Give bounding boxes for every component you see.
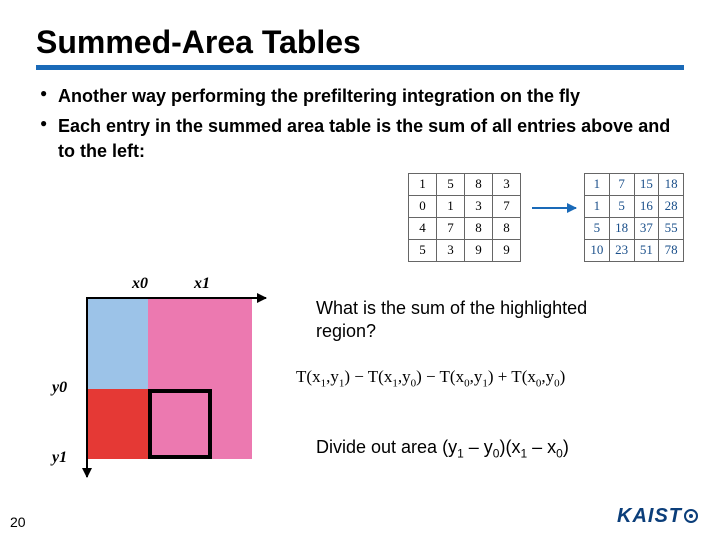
summed-table: 171518 151628 5183755 10235178 xyxy=(584,173,684,262)
logo-dot-icon xyxy=(684,509,698,523)
question-text: What is the sum of the highlighted regio… xyxy=(316,297,616,344)
highlight-box xyxy=(148,389,212,459)
formula: T(x1,y1) − T(x1,y0) − T(x0,y1) + T(x0,y0… xyxy=(296,367,565,389)
bullet-item: Another way performing the prefiltering … xyxy=(36,84,684,108)
x-axis-icon xyxy=(86,297,266,299)
region-diagram: x0 x1 y0 y1 xyxy=(44,277,274,487)
divide-text: Divide out area (y1 – y0)(x1 – x0) xyxy=(316,437,569,461)
page-number: 20 xyxy=(10,514,26,530)
source-table: 1583 0137 4788 5399 xyxy=(408,173,521,262)
title-rule xyxy=(36,65,684,70)
label-x1: x1 xyxy=(194,275,210,293)
label-y1: y1 xyxy=(52,449,67,467)
label-x0: x0 xyxy=(132,275,148,293)
arrow-right-icon xyxy=(532,207,576,209)
page-title: Summed-Area Tables xyxy=(36,24,684,61)
region-red xyxy=(88,389,148,459)
bullet-list: Another way performing the prefiltering … xyxy=(36,84,684,163)
kaist-logo: KAIST xyxy=(617,505,698,528)
y-axis-icon xyxy=(86,297,88,477)
label-y0: y0 xyxy=(52,379,67,397)
content-area: 1583 0137 4788 5399 171518 151628 518375… xyxy=(36,169,684,509)
bullet-item: Each entry in the summed area table is t… xyxy=(36,114,684,163)
